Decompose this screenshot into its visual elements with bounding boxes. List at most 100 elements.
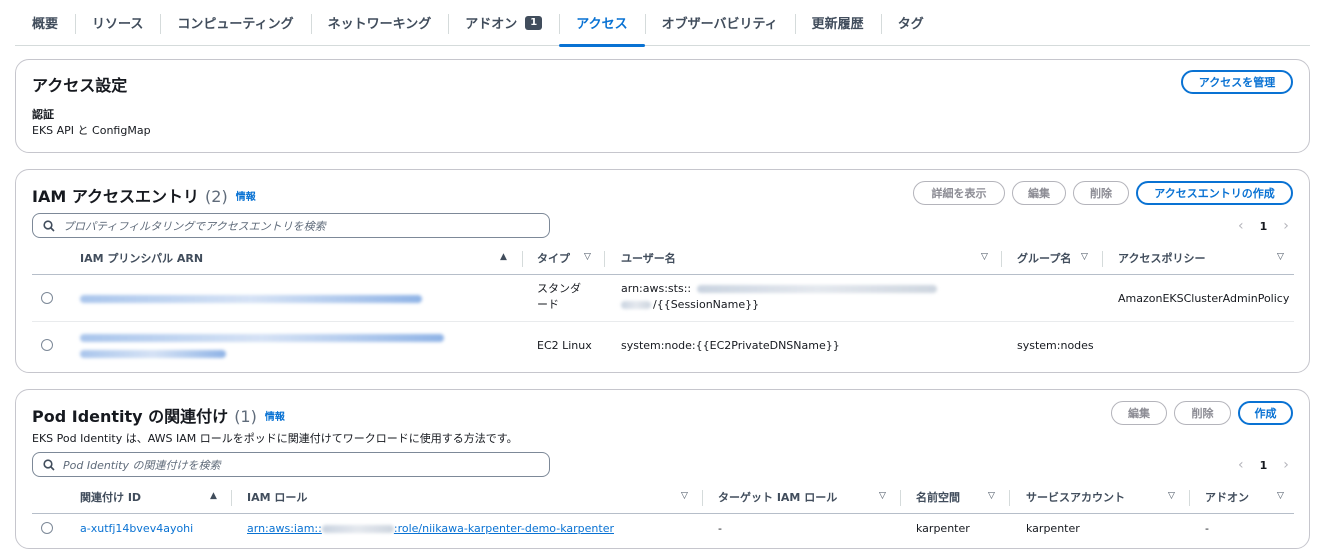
create-access-entry-button[interactable]: アクセスエントリの作成 <box>1136 181 1293 205</box>
namespace-cell: karpenter <box>916 522 970 535</box>
tab-overview[interactable]: 概要 <box>15 0 75 46</box>
tab-tags[interactable]: タグ <box>880 0 941 46</box>
pod-identity-title-text: Pod Identity の関連付け <box>32 407 229 426</box>
view-details-button[interactable]: 詳細を表示 <box>913 181 1005 205</box>
prev-page-icon[interactable]: ‹ <box>1238 218 1244 234</box>
tab-observability[interactable]: オブザーバビリティ <box>644 0 795 46</box>
delete-association-button[interactable]: 削除 <box>1174 401 1231 425</box>
search-placeholder: プロパティフィルタリングでアクセスエントリを検索 <box>63 219 326 233</box>
iam-entries-info-link[interactable]: 情報 <box>236 192 256 203</box>
search-icon <box>43 459 55 471</box>
tab-label: 概要 <box>32 17 59 32</box>
access-entry-search-input[interactable]: プロパティフィルタリングでアクセスエントリを検索 <box>32 213 550 238</box>
access-settings-panel: アクセス設定 アクセスを管理 認証 EKS API と ConfigMap <box>15 59 1310 153</box>
col-access-policy[interactable]: アクセスポリシー <box>1118 241 1205 275</box>
row-radio[interactable] <box>41 339 53 351</box>
tab-label: タグ <box>897 17 924 32</box>
pod-identity-count: (1) <box>234 407 257 426</box>
edit-association-button[interactable]: 編集 <box>1111 401 1167 425</box>
col-iam-role[interactable]: IAM ロール <box>247 480 307 514</box>
tab-compute[interactable]: コンピューティング <box>160 0 310 46</box>
sort-icon[interactable]: ▽ <box>1168 491 1175 501</box>
pod-identity-search-input[interactable]: Pod Identity の関連付けを検索 <box>32 452 550 477</box>
policy-cell: AmazonEKSClusterAdminPolicy <box>1118 292 1290 305</box>
col-association-id[interactable]: 関連付け ID <box>80 480 141 514</box>
tab-label: ネットワーキング <box>327 17 432 32</box>
sort-ascending-icon[interactable]: ▲ <box>210 491 217 501</box>
iam-access-entries-panel: IAM アクセスエントリ (2) 情報 詳細を表示 編集 削除 アクセスエントリの作… <box>15 169 1310 373</box>
tab-label: コンピューティング <box>177 17 294 32</box>
sort-icon[interactable]: ▽ <box>879 491 886 501</box>
association-id-link[interactable]: a-xutfj14bvev4ayohi <box>80 521 193 537</box>
delete-entry-button[interactable]: 削除 <box>1073 181 1129 205</box>
col-service-account[interactable]: サービスアカウント <box>1026 480 1125 514</box>
tab-access[interactable]: アクセス <box>559 0 645 47</box>
pod-identity-pagination: ‹ 1 › <box>1238 457 1289 473</box>
pod-identity-title: Pod Identity の関連付け (1) 情報 <box>32 403 285 427</box>
sort-icon[interactable]: ▽ <box>681 491 688 501</box>
pod-identity-table-header: 関連付け ID ▲ IAM ロール ▽ ターゲット IAM ロール ▽ 名前空間… <box>32 480 1294 514</box>
tab-label: アクセス <box>576 17 628 32</box>
col-namespace[interactable]: 名前空間 <box>916 480 960 514</box>
target-role-cell: - <box>718 522 722 535</box>
pod-identity-info-link[interactable]: 情報 <box>265 412 285 423</box>
next-page-icon[interactable]: › <box>1283 457 1289 473</box>
username-cell: arn:aws:sts::/{{SessionName}} <box>621 281 938 313</box>
col-target-iam-role[interactable]: ターゲット IAM ロール <box>718 480 837 514</box>
auth-value: EKS API と ConfigMap <box>32 124 151 137</box>
sort-icon[interactable]: ▽ <box>1081 252 1088 262</box>
col-type[interactable]: タイプ <box>537 241 570 275</box>
tab-resources[interactable]: リソース <box>75 0 160 46</box>
sort-ascending-icon[interactable]: ▲ <box>500 252 507 262</box>
search-icon <box>43 220 55 232</box>
tab-label: リソース <box>92 17 144 32</box>
sort-icon[interactable]: ▽ <box>1277 252 1284 262</box>
iam-pagination: ‹ 1 › <box>1238 218 1289 234</box>
tab-label: オブザーバビリティ <box>661 17 778 32</box>
table-row[interactable]: スタンダ ード arn:aws:sts::/{{SessionName}} Ama… <box>32 275 1294 322</box>
iam-role-link[interactable]: arn:aws:iam:::role/niikawa-karpenter-dem… <box>247 521 614 537</box>
tab-bar: 概要 リソース コンピューティング ネットワーキング アドオン 1 アクセス オブ… <box>15 0 1310 47</box>
type-cell: スタンダ ード <box>537 282 581 311</box>
iam-entries-title: IAM アクセスエントリ (2) 情報 <box>32 183 256 207</box>
tab-update-history[interactable]: 更新履歴 <box>794 0 881 46</box>
manage-access-button[interactable]: アクセスを管理 <box>1181 70 1293 94</box>
sort-icon[interactable]: ▽ <box>1277 491 1284 501</box>
current-page[interactable]: 1 <box>1260 220 1268 233</box>
col-addon[interactable]: アドオン <box>1205 480 1249 514</box>
tab-label: アドオン <box>465 17 518 32</box>
tab-networking[interactable]: ネットワーキング <box>310 0 449 46</box>
sort-icon[interactable]: ▽ <box>988 491 995 501</box>
username-cell: system:node:{{EC2PrivateDNSName}} <box>621 339 840 352</box>
auth-label: 認証 <box>32 108 54 121</box>
table-row[interactable]: EC2 Linux system:node:{{EC2PrivateDNSNam… <box>32 322 1294 369</box>
addon-cell: - <box>1205 522 1209 535</box>
tab-label: 更新履歴 <box>811 17 864 32</box>
addon-count-badge: 1 <box>525 15 543 30</box>
table-row[interactable]: a-xutfj14bvev4ayohi arn:aws:iam:::role/n… <box>32 514 1294 546</box>
row-radio[interactable] <box>41 522 53 534</box>
col-principal-arn[interactable]: IAM プリンシパル ARN <box>80 241 203 275</box>
create-association-button[interactable]: 作成 <box>1238 401 1293 425</box>
sort-icon[interactable]: ▽ <box>981 252 988 262</box>
next-page-icon[interactable]: › <box>1283 218 1289 234</box>
principal-arn-link[interactable] <box>80 330 444 362</box>
sort-icon[interactable]: ▽ <box>584 252 591 262</box>
principal-arn-link[interactable] <box>80 291 422 307</box>
col-group-name[interactable]: グループ名 <box>1017 241 1071 275</box>
current-page[interactable]: 1 <box>1260 459 1268 472</box>
group-cell: system:nodes <box>1017 339 1094 352</box>
search-placeholder: Pod Identity の関連付けを検索 <box>63 458 221 472</box>
tab-addons[interactable]: アドオン 1 <box>448 0 559 46</box>
pod-identity-panel: Pod Identity の関連付け (1) 情報 EKS Pod Identity… <box>15 389 1310 549</box>
prev-page-icon[interactable]: ‹ <box>1238 457 1244 473</box>
col-username[interactable]: ユーザー名 <box>621 241 676 275</box>
service-account-cell: karpenter <box>1026 522 1080 535</box>
iam-entries-count: (2) <box>205 187 228 206</box>
pod-identity-description: EKS Pod Identity は、AWS IAM ロールをポッドに関連付けて… <box>32 432 518 445</box>
row-radio[interactable] <box>41 292 53 304</box>
iam-table-header: IAM プリンシパル ARN ▲ タイプ ▽ ユーザー名 ▽ グループ名 ▽ ア… <box>32 241 1294 275</box>
iam-entries-title-text: IAM アクセスエントリ <box>32 187 200 206</box>
type-cell: EC2 Linux <box>537 339 592 352</box>
edit-entry-button[interactable]: 編集 <box>1012 181 1066 205</box>
